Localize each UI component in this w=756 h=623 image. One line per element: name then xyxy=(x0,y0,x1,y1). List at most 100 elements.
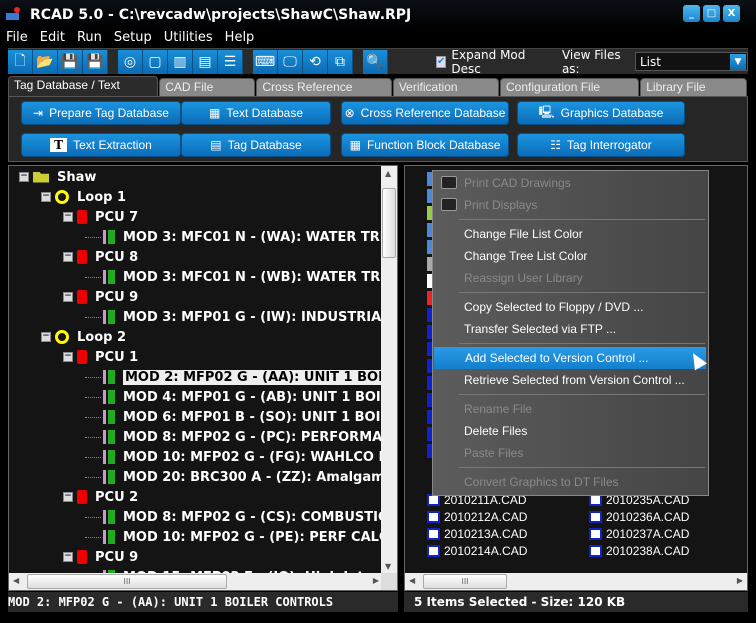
scroll-left-icon[interactable]: ◀ xyxy=(13,576,19,585)
collapse-icon[interactable]: − xyxy=(63,552,73,562)
file-item[interactable]: 2010212A.CAD xyxy=(427,510,527,524)
close-button[interactable]: X xyxy=(723,5,740,22)
collapse-icon[interactable]: − xyxy=(63,212,73,222)
menu-item-paste-files[interactable]: Paste Files xyxy=(433,442,708,464)
menu-item-add-selected-to-version-control[interactable]: Add Selected to Version Control ... xyxy=(434,347,706,369)
maximize-button[interactable]: □ xyxy=(703,5,720,22)
tree-node-pcu[interactable]: − PCU 9 xyxy=(63,547,138,567)
expand-mod-desc-checkbox[interactable]: ✔ Expand Mod Desc xyxy=(436,48,540,76)
cross-reference-database-button[interactable]: ⊗ Cross Reference Database xyxy=(341,101,509,125)
tab-cad-file-utilities[interactable]: CAD File Utilities xyxy=(159,78,256,111)
menu-item-rename-file[interactable]: Rename File xyxy=(433,398,708,420)
laptop-button[interactable]: ⌨ xyxy=(253,49,278,74)
scroll-left-icon[interactable]: ◀ xyxy=(409,576,415,585)
loop-button[interactable]: ◎ xyxy=(118,49,143,74)
menu-setup[interactable]: Setup xyxy=(108,30,158,48)
menu-item-change-file-list-color[interactable]: Change File List Color xyxy=(433,223,708,245)
collapse-icon[interactable]: − xyxy=(41,332,51,342)
tree-node-label: MOD 2: MFP02 G - (AA): UNIT 1 BOILER CON… xyxy=(123,369,383,385)
tree-node-mod[interactable]: MOD 2: MFP02 G - (AA): UNIT 1 BOILER CON… xyxy=(85,367,383,387)
file-hscroll-thumb[interactable]: III xyxy=(423,574,507,589)
tree-node-mod[interactable]: MOD 3: MFC01 N - (WA): WATER TREATMENT xyxy=(85,227,383,247)
tag-interrogator-button[interactable]: ☷ Tag Interrogator xyxy=(517,133,685,157)
menu-file[interactable]: File xyxy=(0,30,34,48)
menu-item-change-tree-list-color[interactable]: Change Tree List Color xyxy=(433,245,708,267)
menu-utilities[interactable]: Utilities xyxy=(158,30,219,48)
collapse-icon[interactable]: − xyxy=(19,172,29,182)
new-button[interactable]: 🗋 xyxy=(8,49,33,74)
menu-item-reassign-user-library[interactable]: Reassign User Library xyxy=(433,267,708,289)
file-item[interactable]: 2010238A.CAD xyxy=(589,544,689,558)
collapse-icon[interactable]: − xyxy=(63,292,73,302)
scroll-right-icon[interactable]: ▶ xyxy=(373,576,379,585)
minimize-button[interactable]: _ xyxy=(683,5,700,22)
menu-item-convert-graphics-to-dt-files[interactable]: Convert Graphics to DT Files xyxy=(433,471,708,493)
file-item[interactable]: 2010236A.CAD xyxy=(589,510,689,524)
tree-node-mod[interactable]: MOD 3: MFP01 G - (IW): INDUSTRIAL WASTE xyxy=(85,307,383,327)
scroll-right-icon[interactable]: ▶ xyxy=(737,576,743,585)
tree-vertical-scrollbar[interactable]: ▲ ▼ xyxy=(381,166,397,574)
tree-node-mod[interactable]: MOD 20: BRC300 A - (ZZ): Amalgamation xyxy=(85,467,383,487)
tree-node-pcu[interactable]: − PCU 8 xyxy=(63,247,138,267)
tree-node-pcu[interactable]: − PCU 1 xyxy=(63,347,138,367)
menu-item-retrieve-selected-from-version-control[interactable]: Retrieve Selected from Version Control .… xyxy=(433,369,708,391)
modules-button[interactable]: ▥ xyxy=(168,49,193,74)
text-database-button[interactable]: ▦ Text Database xyxy=(181,101,331,125)
graphics-database-button[interactable]: 🖳 Graphics Database xyxy=(517,101,685,125)
monitor-button[interactable]: 🖵 xyxy=(278,49,303,74)
save-as-button[interactable]: 💾 xyxy=(83,49,108,74)
tab-verification-utilities[interactable]: Verification Utilities xyxy=(392,78,500,111)
menu-item-print-cad-drawings[interactable]: Print CAD Drawings xyxy=(433,172,708,194)
scroll-down-icon[interactable]: ▼ xyxy=(385,562,391,571)
ladder-button[interactable]: ☰ xyxy=(218,49,243,74)
tab-cross-reference-utilities[interactable]: Cross Reference Utilities xyxy=(256,78,392,111)
tab-tag-database-text-utilities[interactable]: Tag Database / Text Utilities xyxy=(8,76,159,109)
tree-node-mod[interactable]: MOD 6: MFP01 B - (SO): UNIT 1 BOILER xyxy=(85,407,383,427)
tree-node-folder[interactable]: − Shaw xyxy=(19,167,96,187)
tree-hscroll-thumb[interactable]: III xyxy=(27,574,227,589)
tree-node-pcu[interactable]: − PCU 2 xyxy=(63,487,138,507)
search-document-button[interactable]: 🔍 xyxy=(363,49,388,74)
menu-item-delete-files[interactable]: Delete Files xyxy=(433,420,708,442)
file-item[interactable]: 2010237A.CAD xyxy=(589,527,689,541)
link-button[interactable]: ⟲ xyxy=(303,49,328,74)
tree-node-mod[interactable]: MOD 8: MFP02 G - (CS): COMBUSTION xyxy=(85,507,383,527)
collapse-icon[interactable]: − xyxy=(63,352,73,362)
document-button[interactable]: ▤ xyxy=(193,49,218,74)
tree-node-pcu[interactable]: − PCU 7 xyxy=(63,207,138,227)
tree-node-mod[interactable]: MOD 10: MFP02 G - (PE): PERF CALCS xyxy=(85,527,383,547)
file-item[interactable]: 2010214A.CAD xyxy=(427,544,527,558)
tag-database-button[interactable]: ▤ Tag Database xyxy=(181,133,331,157)
tree-node-mod[interactable]: MOD 3: MFC01 N - (WB): WATER TREATMENT xyxy=(85,267,383,287)
collapse-icon[interactable]: − xyxy=(63,492,73,502)
menu-run[interactable]: Run xyxy=(71,30,108,48)
tree-node-loop[interactable]: − Loop 2 xyxy=(41,327,126,347)
pcu-button[interactable]: ▢ xyxy=(143,49,168,74)
prepare-tag-database-button[interactable]: ⇥ Prepare Tag Database xyxy=(21,101,181,125)
open-folder-button[interactable]: 📂 xyxy=(33,49,58,74)
tree-node-mod[interactable]: MOD 8: MFP02 G - (PC): PERFORMANCE xyxy=(85,427,383,447)
collapse-icon[interactable]: − xyxy=(41,192,51,202)
tree-vscroll-thumb[interactable] xyxy=(382,188,396,258)
collapse-icon[interactable]: − xyxy=(63,252,73,262)
text-extraction-button[interactable]: T Text Extraction xyxy=(21,133,181,157)
menu-item-copy-selected-to-floppy-dvd[interactable]: Copy Selected to Floppy / DVD ... xyxy=(433,296,708,318)
tree-node-loop[interactable]: − Loop 1 xyxy=(41,187,126,207)
tree-node-mod[interactable]: MOD 10: MFP02 G - (FG): WAHLCO FLUE GAS xyxy=(85,447,383,467)
connect-button[interactable]: ⧉ xyxy=(328,49,353,74)
tree-node-pcu[interactable]: − PCU 9 xyxy=(63,287,138,307)
save-button[interactable]: 💾 xyxy=(58,49,83,74)
file-horizontal-scrollbar[interactable]: ◀ III ▶ xyxy=(405,573,747,590)
menu-item-print-displays[interactable]: Print Displays xyxy=(433,194,708,216)
tree-horizontal-scrollbar[interactable]: ◀ III ▶ xyxy=(9,573,383,590)
menu-help[interactable]: Help xyxy=(219,30,261,48)
tab-configuration-file-utilities[interactable]: Configuration File Utilities xyxy=(500,78,640,111)
menu-edit[interactable]: Edit xyxy=(34,30,71,48)
tab-library-file-utilities[interactable]: Library File Utilities xyxy=(640,78,747,111)
tree-node-mod[interactable]: MOD 4: MFP01 G - (AB): UNIT 1 BOILER xyxy=(85,387,383,407)
file-item[interactable]: 2010213A.CAD xyxy=(427,527,527,541)
view-files-as-dropdown[interactable]: List ▼ xyxy=(634,52,748,71)
function-block-database-button[interactable]: ▦ Function Block Database xyxy=(341,133,509,157)
scroll-up-icon[interactable]: ▲ xyxy=(385,169,391,178)
menu-item-transfer-selected-via-ftp[interactable]: Transfer Selected via FTP ... xyxy=(433,318,708,340)
